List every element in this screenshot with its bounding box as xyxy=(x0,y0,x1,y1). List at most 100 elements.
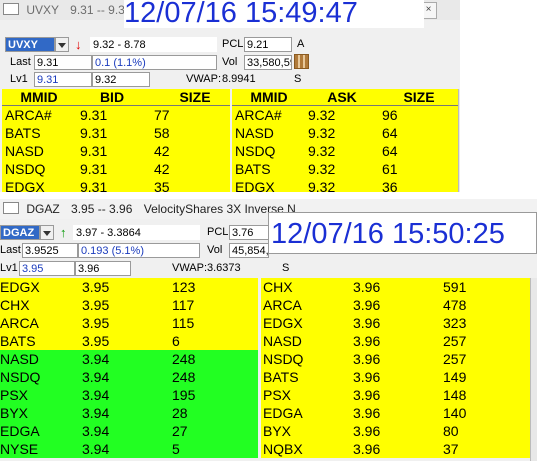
vol-label: Vol xyxy=(207,244,223,256)
mmid-cell: EDGA xyxy=(263,405,303,421)
table-row[interactable]: NSDQ 3.96 257 xyxy=(261,350,532,368)
scrollbar[interactable] xyxy=(530,278,537,461)
price-cell: 3.94 xyxy=(82,351,110,367)
price-cell: 9.31 xyxy=(80,179,108,192)
table-row[interactable]: CHX 3.96 591 xyxy=(261,278,532,296)
size-cell: 149 xyxy=(443,369,467,385)
table-row[interactable]: CHX 3.95 117 xyxy=(0,296,258,314)
price-cell: 3.95 xyxy=(82,297,110,313)
table-row[interactable]: BATS 3.95 6 xyxy=(0,332,258,350)
mmid-cell: EDGX xyxy=(0,279,40,295)
size-cell: 248 xyxy=(172,369,196,385)
mmid-cell: NASD xyxy=(263,333,302,349)
bid-table-header: MMID BID SIZE xyxy=(2,89,230,106)
mmid-cell: ARCA xyxy=(263,297,302,313)
symbol-dropdown-button[interactable] xyxy=(40,225,54,240)
table-row[interactable]: PSX 3.94 195 xyxy=(0,386,258,404)
mmid-cell: CHX xyxy=(263,279,293,295)
mmid-cell: EDGA xyxy=(0,423,40,439)
table-row[interactable]: NASD 3.96 257 xyxy=(261,332,532,350)
table-row[interactable]: ARCA 3.96 478 xyxy=(261,296,532,314)
size-cell: 64 xyxy=(382,143,398,159)
lv1-bid-field: 3.95 xyxy=(19,261,75,276)
price-cell: 3.95 xyxy=(82,333,110,349)
table-row[interactable]: PSX 3.96 148 xyxy=(261,386,532,404)
size-cell: 478 xyxy=(443,297,467,313)
price-cell: 9.32 xyxy=(308,143,336,159)
mmid-header[interactable]: MMID xyxy=(6,89,72,106)
table-row[interactable]: ARCA# 9.31 77 xyxy=(2,106,230,124)
price-cell: 3.96 xyxy=(353,441,381,457)
table-row[interactable]: NSDQ 9.31 42 xyxy=(2,160,230,178)
table-row[interactable]: BYX 3.94 28 xyxy=(0,404,258,422)
price-cell: 9.32 xyxy=(308,107,336,123)
symbol-input[interactable]: DGAZ xyxy=(0,225,40,240)
size-header[interactable]: SIZE xyxy=(162,89,228,106)
table-row[interactable]: NASD 9.32 64 xyxy=(232,124,458,142)
mmid-cell: CHX xyxy=(0,297,30,313)
clock-display: 12/07/16 15:50:25 xyxy=(268,212,537,254)
symbol-dropdown-button[interactable] xyxy=(55,37,69,52)
price-cell: 3.94 xyxy=(82,405,110,421)
mmid-header[interactable]: MMID xyxy=(236,89,302,106)
table-row[interactable]: NSDQ 9.32 64 xyxy=(232,142,458,160)
symbol-input[interactable]: UVXY xyxy=(5,37,55,52)
size-header[interactable]: SIZE xyxy=(384,89,454,106)
table-row[interactable]: EDGX 9.31 35 xyxy=(2,178,230,192)
lv1-label: Lv1 xyxy=(0,262,18,274)
table-row[interactable]: NSDQ 3.94 248 xyxy=(0,368,258,386)
price-cell: 3.96 xyxy=(353,315,381,331)
change-field: 0.1 (1.1%) xyxy=(92,55,217,70)
pcl-field: 9.21 xyxy=(244,37,292,52)
table-row[interactable]: EDGA 3.94 27 xyxy=(0,422,258,440)
mmid-cell: NSDQ xyxy=(263,351,304,367)
table-row[interactable]: EDGX 3.95 123 xyxy=(0,278,258,296)
mmid-cell: PSX xyxy=(263,387,292,403)
size-cell: 42 xyxy=(154,161,170,177)
table-row[interactable]: EDGX 9.32 36 xyxy=(232,178,458,192)
table-row[interactable]: NASD 9.31 42 xyxy=(2,142,230,160)
mmid-cell: NSDQ xyxy=(5,161,46,177)
ask-table-header: MMID ASK SIZE xyxy=(232,89,458,106)
price-cell: 3.94 xyxy=(82,369,110,385)
price-cell: 3.96 xyxy=(353,423,381,439)
price-cell: 3.96 xyxy=(353,333,381,349)
size-cell: 42 xyxy=(154,143,170,159)
table-row[interactable]: NASD 3.94 248 xyxy=(0,350,258,368)
mmid-cell: ARCA# xyxy=(235,107,282,123)
size-cell: 28 xyxy=(172,405,188,421)
table-row[interactable]: NYSE 3.94 5 xyxy=(0,440,258,458)
size-cell: 64 xyxy=(382,125,398,141)
last-field: 9.31 xyxy=(34,55,92,70)
size-cell: 6 xyxy=(172,333,180,349)
table-row[interactable]: ARCA 3.95 115 xyxy=(0,314,258,332)
table-row[interactable]: NQBX 3.96 37 xyxy=(261,440,532,458)
clock-display: 12/07/16 15:49:47 xyxy=(124,0,424,28)
size-cell: 257 xyxy=(443,333,467,349)
table-row[interactable]: BATS 3.96 149 xyxy=(261,368,532,386)
bid-header[interactable]: BID xyxy=(78,89,146,106)
table-row[interactable]: BYX 3.96 80 xyxy=(261,422,532,440)
ask-header[interactable]: ASK xyxy=(308,89,376,106)
mmid-cell: NASD xyxy=(5,143,44,159)
table-row[interactable]: ARCA# 9.32 96 xyxy=(232,106,458,124)
size-cell: 36 xyxy=(382,179,398,192)
size-cell: 115 xyxy=(172,315,195,331)
last-label: Last xyxy=(0,244,21,256)
title-symbol: DGAZ xyxy=(26,202,60,216)
mmid-cell: BATS xyxy=(263,369,299,385)
table-row[interactable]: EDGA 3.96 140 xyxy=(261,404,532,422)
table-row[interactable]: BATS 9.32 61 xyxy=(232,160,458,178)
table-row[interactable]: BATS 9.31 58 xyxy=(2,124,230,142)
price-cell: 3.96 xyxy=(353,351,381,367)
price-cell: 3.96 xyxy=(353,387,381,403)
scrollbar[interactable] xyxy=(458,89,460,192)
size-cell: 323 xyxy=(443,315,467,331)
vol-field: 45,854,213 xyxy=(229,243,269,258)
grid-settings-icon[interactable] xyxy=(294,54,309,69)
price-cell: 3.94 xyxy=(82,441,110,457)
size-cell: 80 xyxy=(443,423,459,439)
price-cell: 9.31 xyxy=(80,161,108,177)
table-row[interactable]: EDGX 3.96 323 xyxy=(261,314,532,332)
vwap-label: VWAP: xyxy=(172,262,208,274)
